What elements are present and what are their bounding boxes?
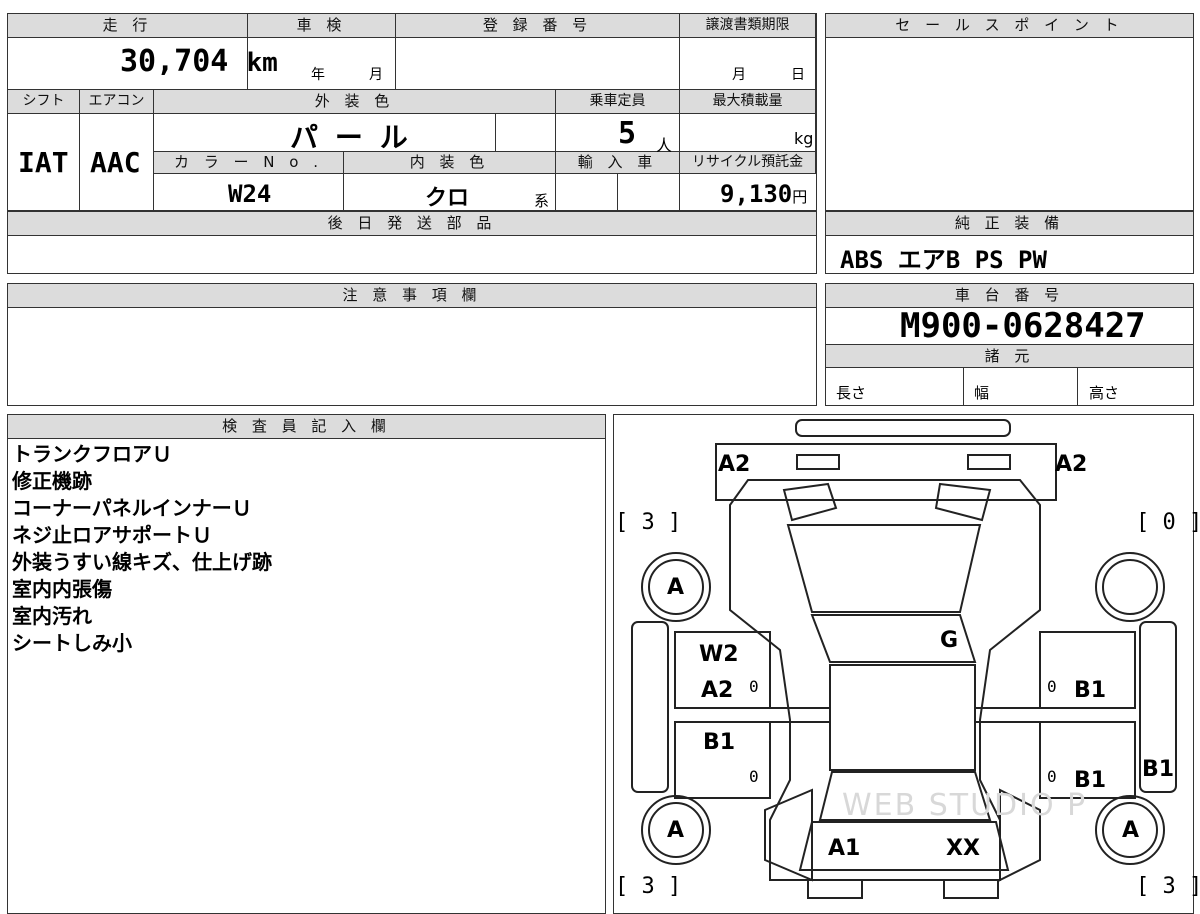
transfer-deadline-header: 譲渡書類期限 <box>680 14 816 38</box>
equipment-value: ABS エアB PS PW <box>840 246 1047 274</box>
capacity-value: 5 <box>618 116 637 151</box>
inspector-note: 室内内張傷 <box>12 577 112 601</box>
sales-point-header: セ ー ル ス ポ イ ン ト <box>826 14 1193 38</box>
mileage-header: 走 行 <box>8 14 248 38</box>
right-rear-door-damage: B1 <box>1074 678 1107 703</box>
left-rear-door-zero: 0 <box>749 677 759 696</box>
color-no-header: カ ラ ー N o . <box>154 152 344 174</box>
height-label: 高さ <box>1089 384 1120 402</box>
interior-color-value: クロ <box>425 186 470 211</box>
inspection-month: 月 <box>369 67 383 83</box>
right-rear-door-zero: 0 <box>1047 677 1057 696</box>
exterior-color-value: パ ー ル <box>290 121 408 154</box>
interior-color-header: 内 装 色 <box>344 152 556 174</box>
front-left-damage: A1 <box>828 836 861 861</box>
specifications-header: 諸 元 <box>826 344 1193 368</box>
inspector-note: ネジ止ロアサポートＵ <box>12 523 212 547</box>
recycle-deposit-unit: 円 <box>792 188 808 206</box>
inspection-year: 年 <box>311 67 325 83</box>
width-label: 幅 <box>974 384 990 402</box>
shift-header: シフト <box>8 90 80 114</box>
rear-right-damage: A2 <box>1055 452 1088 477</box>
import-header: 輸 入 車 <box>556 152 680 174</box>
left-front-door-zero: 0 <box>749 767 759 786</box>
transfer-month: 月 <box>732 67 746 83</box>
later-parts-header: 後 日 発 送 部 品 <box>8 212 816 236</box>
rear-left-damage: A2 <box>718 452 751 477</box>
import-cell-2 <box>618 174 680 212</box>
sales-point-box <box>825 13 1194 211</box>
aircon-header: エアコン <box>80 90 154 114</box>
front-right-damage: XX <box>946 836 980 861</box>
color-no-value: W24 <box>228 180 272 208</box>
shift-value: IAT <box>18 146 69 179</box>
inspector-note: 修正機跡 <box>12 469 92 493</box>
inspector-header: 検 査 員 記 入 欄 <box>8 415 605 439</box>
inspector-note: コーナーパネルインナーＵ <box>12 496 252 520</box>
equipment-header: 純 正 装 備 <box>826 212 1193 236</box>
left-rear-door-damage-2: A2 <box>701 678 734 703</box>
import-cell-1 <box>556 174 618 212</box>
notes-header: 注 意 事 項 欄 <box>8 284 816 308</box>
exterior-color-extra-cell <box>496 114 556 152</box>
interior-color-suffix: 系 <box>534 192 550 210</box>
roof-damage: G <box>940 628 959 653</box>
chassis-header: 車 台 番 号 <box>826 284 1193 308</box>
right-fender-damage: B1 <box>1142 757 1175 782</box>
capacity-header: 乗車定員 <box>556 90 680 114</box>
inspector-note: トランクフロアＵ <box>12 442 172 466</box>
mileage-number: 30,704 <box>120 44 229 79</box>
bracket-top-left: [ 3 ] <box>615 510 682 535</box>
tire-front-left-grade: A <box>667 818 685 843</box>
registration-header: 登 録 番 号 <box>396 14 680 38</box>
tire-front-right-grade: A <box>1122 818 1140 843</box>
inspector-note: 室内汚れ <box>12 604 92 628</box>
max-load-unit: kg <box>794 129 814 148</box>
right-front-door-zero: 0 <box>1047 767 1057 786</box>
registration-cell <box>396 38 680 90</box>
length-label: 長さ <box>836 384 867 402</box>
inspection-header: 車 検 <box>248 14 396 38</box>
left-rear-door-damage-1: W2 <box>699 642 739 667</box>
tire-rear-left-grade: A <box>667 575 685 600</box>
recycle-deposit-header: リサイクル預託金 <box>680 152 816 174</box>
bracket-top-right: [ 0 ] <box>1136 510 1200 535</box>
bracket-bottom-left: [ 3 ] <box>615 874 682 899</box>
inspector-notes: トランクフロアＵ 修正機跡 コーナーパネルインナーＵ ネジ止ロアサポートＵ 外装… <box>12 441 272 657</box>
inspector-note: シートしみ小 <box>12 631 132 655</box>
left-front-door-damage: B1 <box>703 730 736 755</box>
bracket-bottom-right: [ 3 ] <box>1136 874 1200 899</box>
transfer-day: 日 <box>791 67 805 83</box>
recycle-deposit-number: 9,130 <box>720 180 793 208</box>
aircon-value: AAC <box>90 146 141 179</box>
inspector-note: 外装うすい線キズ、仕上げ跡 <box>12 550 272 574</box>
exterior-color-header: 外 装 色 <box>154 90 556 114</box>
recycle-deposit-value: 9,130円 <box>720 180 807 208</box>
watermark: WEB STUDIO P <box>842 788 1088 823</box>
chassis-number: M900-0628427 <box>900 306 1146 346</box>
max-load-header: 最大積載量 <box>680 90 816 114</box>
